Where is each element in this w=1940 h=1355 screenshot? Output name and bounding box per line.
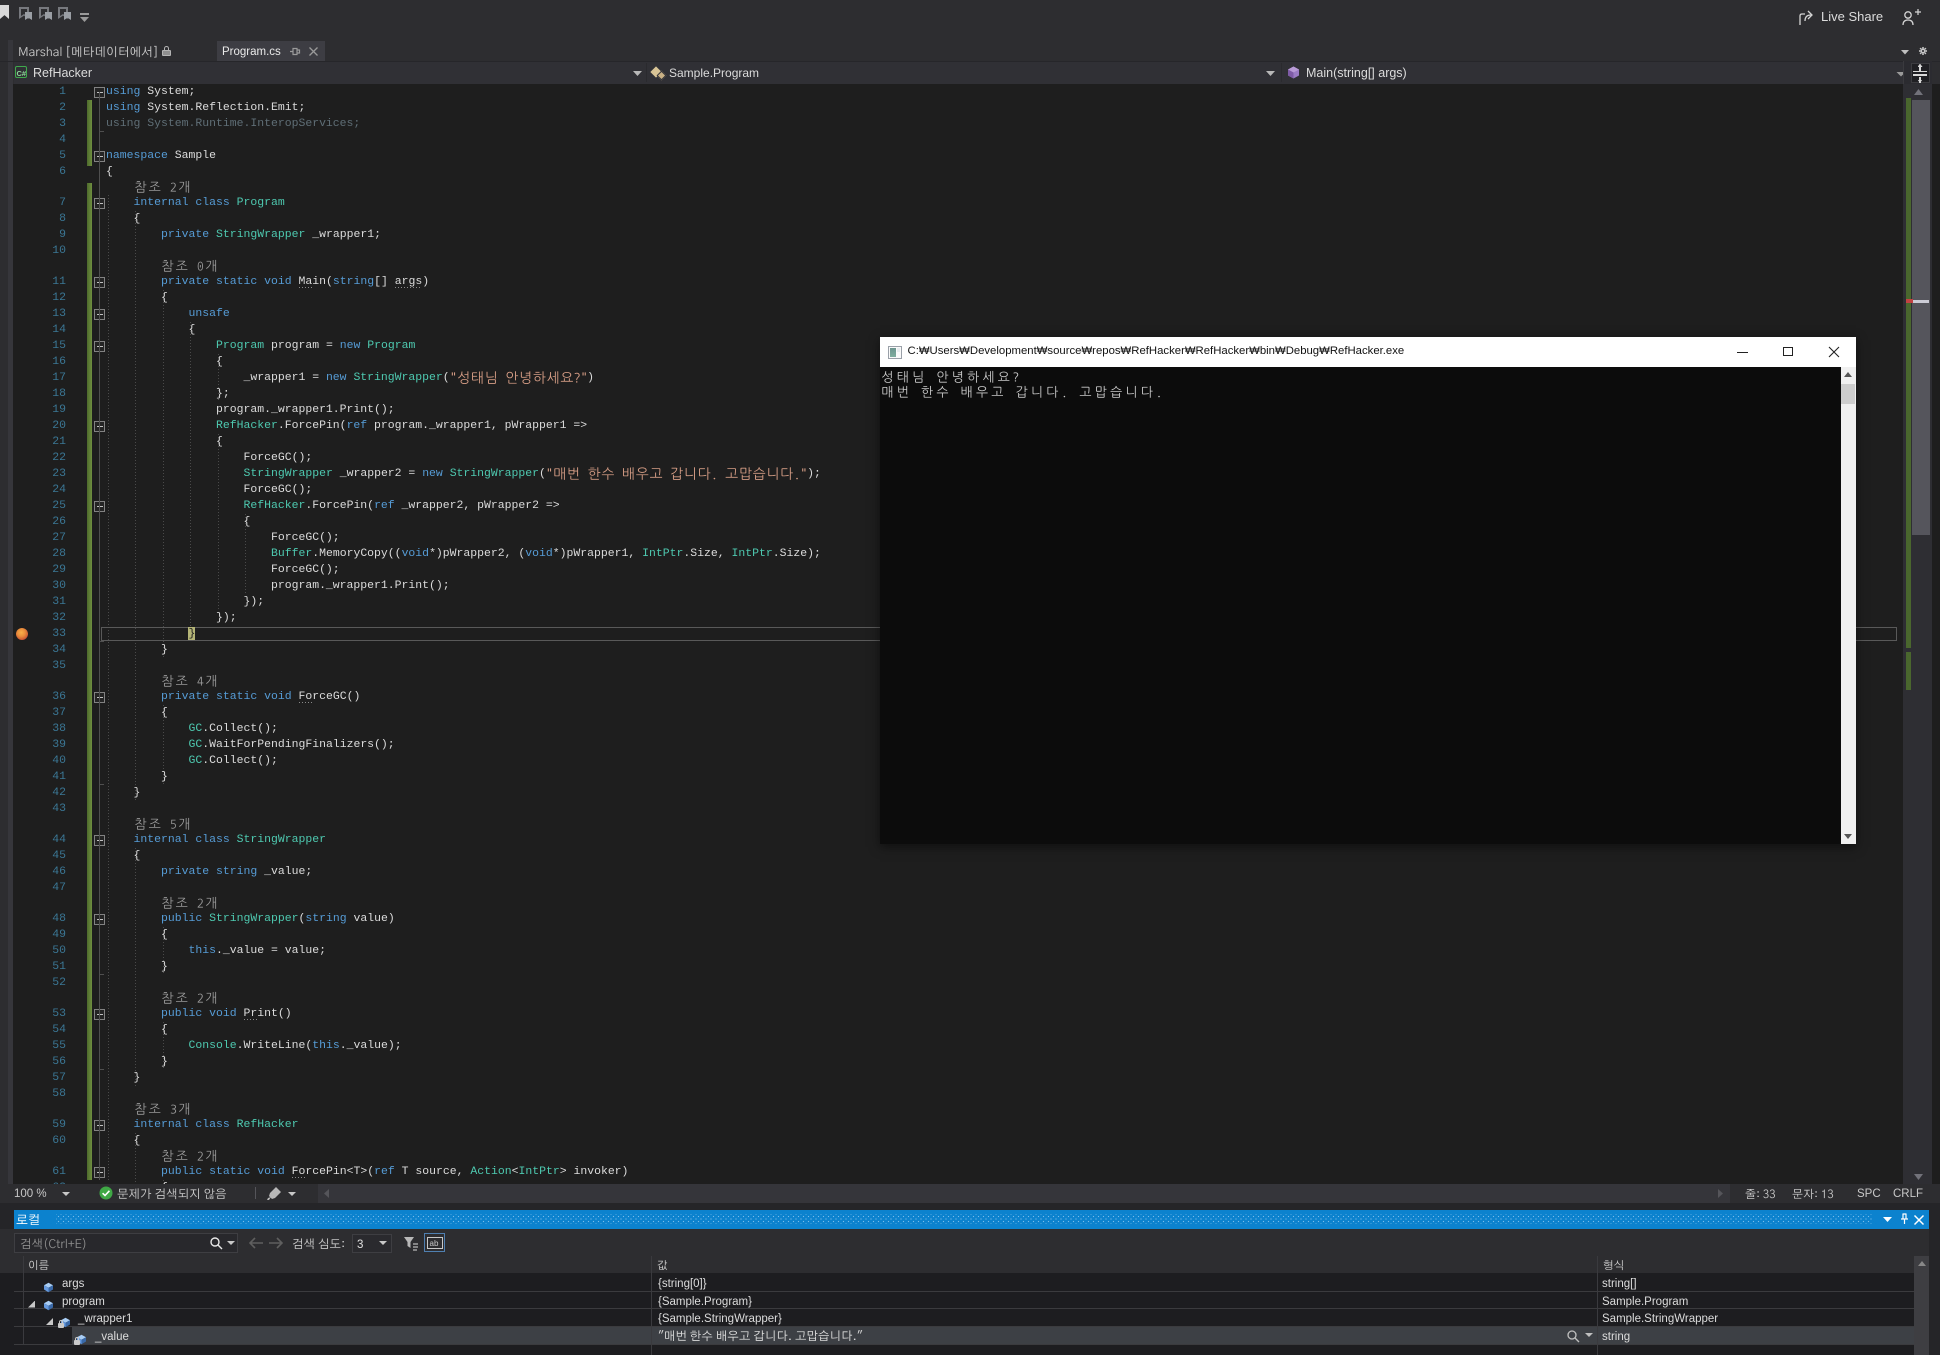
- svg-text:ab: ab: [430, 1239, 439, 1248]
